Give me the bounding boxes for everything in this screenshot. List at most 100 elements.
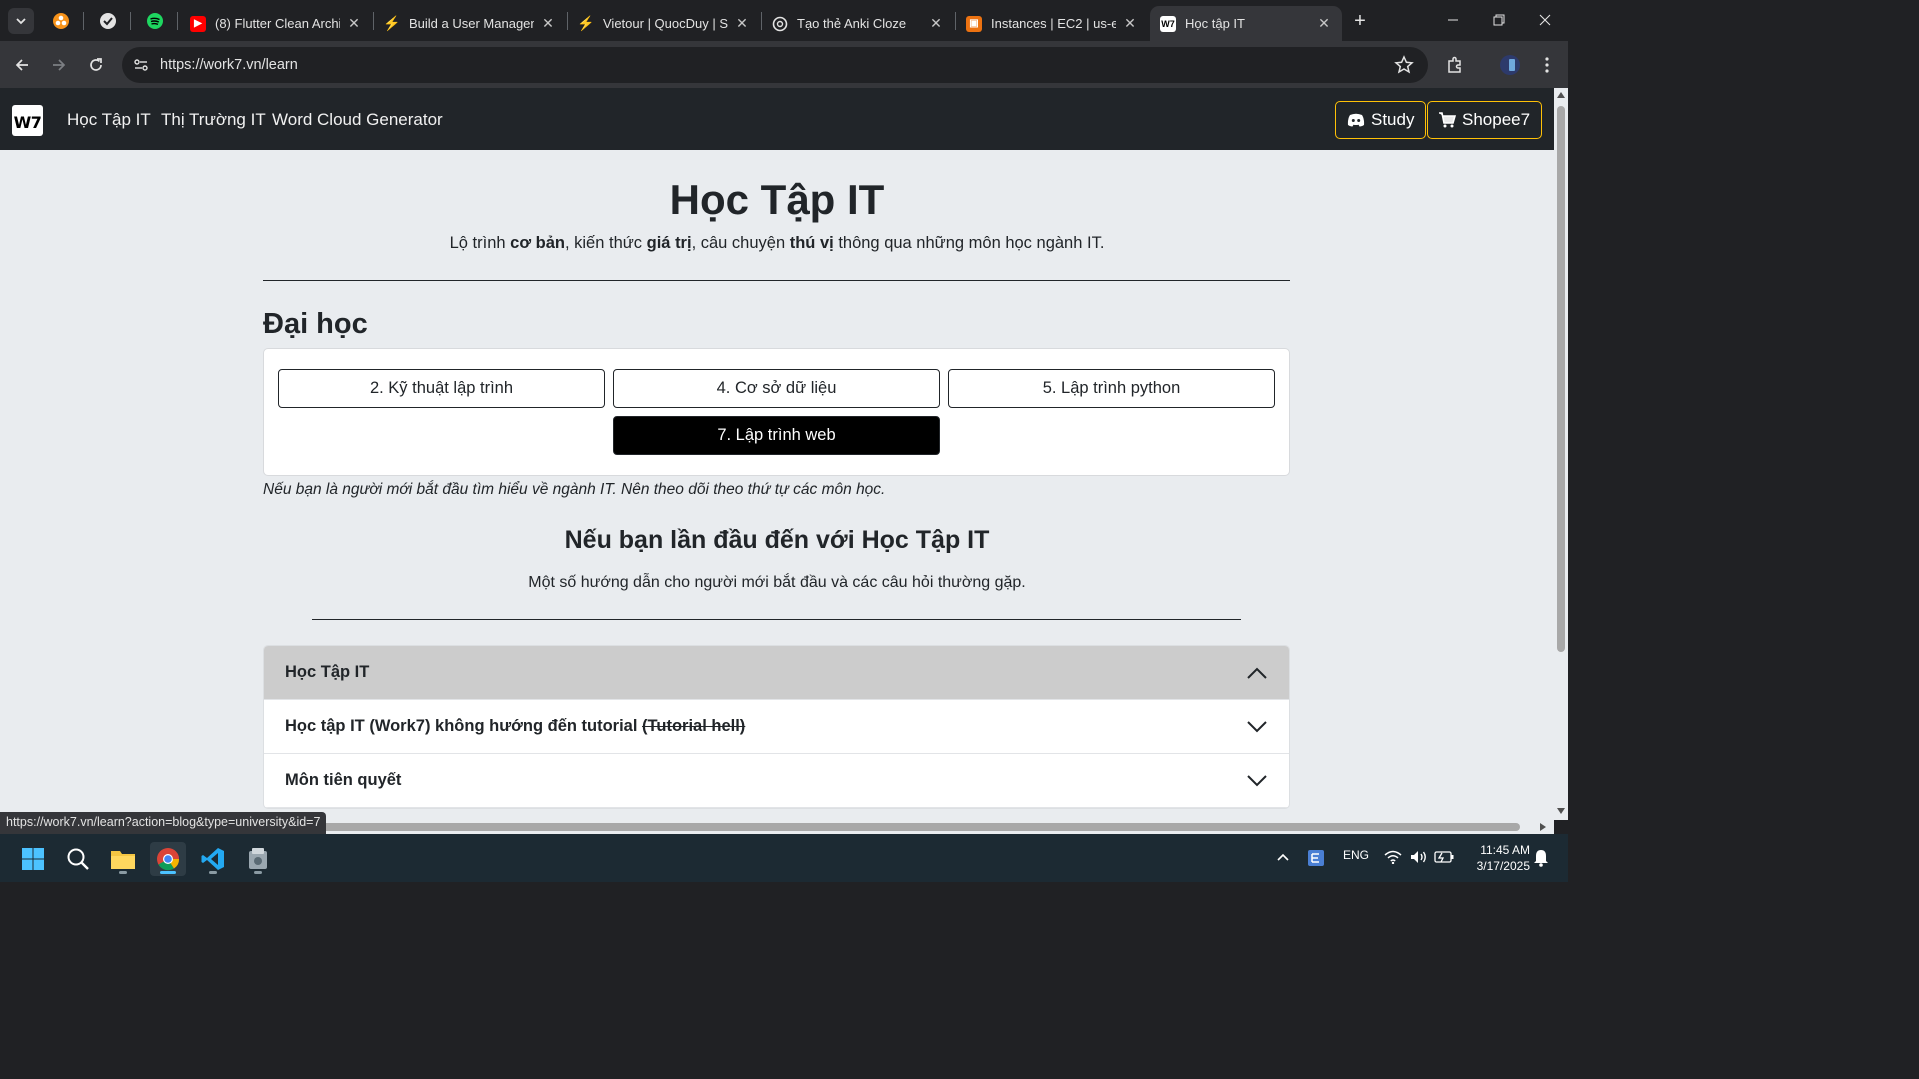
reload-button[interactable] bbox=[82, 51, 110, 79]
close-tab-icon[interactable]: ✕ bbox=[734, 15, 750, 32]
subtitle-text: , câu chuyện bbox=[691, 234, 790, 252]
restore-button[interactable] bbox=[1476, 0, 1522, 40]
accordion-label: Học Tập IT bbox=[285, 663, 370, 681]
aws-icon: ▣ bbox=[966, 15, 982, 32]
course-button-ky-thuat-lap-trinh[interactable]: 2. Kỹ thuật lập trình bbox=[278, 369, 605, 408]
pinned-tab-2[interactable] bbox=[94, 8, 122, 34]
close-tab-icon[interactable]: ✕ bbox=[1316, 15, 1332, 32]
close-tab-icon[interactable]: ✕ bbox=[1122, 15, 1138, 32]
back-button[interactable] bbox=[8, 51, 36, 79]
pinned-tab-spotify[interactable] bbox=[141, 8, 169, 34]
tab-youtube[interactable]: ▶ (8) Flutter Clean Archit ✕ bbox=[180, 6, 372, 41]
address-bar[interactable]: https://work7.vn/learn bbox=[122, 47, 1428, 83]
vscode-button[interactable] bbox=[195, 842, 231, 876]
search-button[interactable] bbox=[60, 842, 96, 876]
input-method-icon[interactable] bbox=[1307, 849, 1325, 867]
divider bbox=[263, 280, 1290, 281]
pinned-tab-1[interactable] bbox=[47, 8, 75, 34]
app-tool-icon bbox=[249, 848, 267, 869]
close-tab-icon[interactable]: ✕ bbox=[540, 15, 556, 32]
tab-title: (8) Flutter Clean Archit bbox=[215, 16, 340, 31]
scroll-right-icon[interactable] bbox=[1540, 823, 1546, 831]
clock-date: 3/17/2025 bbox=[1476, 859, 1530, 873]
close-window-button[interactable] bbox=[1522, 0, 1568, 40]
tab-search-button[interactable] bbox=[8, 8, 34, 34]
notification-bell-icon[interactable] bbox=[1533, 849, 1549, 867]
subtitle-text: Lộ trình bbox=[449, 234, 511, 252]
close-tab-icon[interactable]: ✕ bbox=[928, 15, 944, 32]
course-button-co-so-du-lieu[interactable]: 4. Cơ sở dữ liệu bbox=[613, 369, 940, 408]
section-heading-dai-hoc: Đại học bbox=[263, 308, 368, 340]
volume-icon[interactable] bbox=[1410, 850, 1428, 864]
arrow-left-icon bbox=[15, 59, 28, 71]
browser-menu-button[interactable] bbox=[1533, 51, 1561, 79]
wifi-icon[interactable] bbox=[1384, 850, 1402, 864]
profile-button[interactable] bbox=[1496, 51, 1524, 79]
tab-aws[interactable]: ▣ Instances | EC2 | us-ea ✕ bbox=[956, 6, 1148, 41]
vertical-scroll-thumb[interactable] bbox=[1557, 106, 1565, 652]
bookmark-star-icon[interactable] bbox=[1394, 55, 1414, 75]
subtitle-bold: cơ bản bbox=[510, 234, 565, 252]
search-icon bbox=[67, 848, 89, 870]
close-icon bbox=[1539, 14, 1551, 26]
accordion-label-strike: (Tutorial hell) bbox=[642, 717, 746, 735]
openai-icon bbox=[772, 16, 788, 32]
course-list: 2. Kỹ thuật lập trình 4. Cơ sở dữ liệu 5… bbox=[263, 348, 1290, 476]
shopee-button[interactable]: Shopee7 bbox=[1427, 101, 1543, 139]
tab-supabase[interactable]: ⚡ Build a User Managem ✕ bbox=[374, 6, 566, 41]
tab-separator bbox=[83, 12, 84, 30]
scroll-down-icon[interactable] bbox=[1557, 808, 1565, 814]
windows-taskbar: ENG 11:45 AM 3/17/2025 bbox=[0, 834, 1568, 882]
accordion-item-mon-tien-quyet[interactable]: Môn tiên quyết bbox=[264, 754, 1289, 808]
nav-link-hoc-tap-it[interactable]: Học Tập IT bbox=[67, 110, 151, 130]
folder-icon bbox=[111, 851, 135, 869]
language-indicator[interactable]: ENG bbox=[1343, 848, 1369, 862]
divider bbox=[312, 619, 1241, 620]
chrome-button[interactable] bbox=[150, 842, 186, 876]
close-tab-icon[interactable]: ✕ bbox=[346, 15, 362, 32]
site-navbar: W7 Học Tập IT Thị Trường IT Word Cloud G… bbox=[0, 88, 1554, 150]
chevron-up-icon[interactable] bbox=[1277, 852, 1289, 862]
vertical-scrollbar[interactable] bbox=[1554, 88, 1568, 820]
scroll-up-icon[interactable] bbox=[1557, 92, 1565, 98]
nav-link-word-cloud[interactable]: Word Cloud Generator bbox=[272, 110, 443, 130]
tab-anki[interactable]: Tạo thẻ Anki Cloze ✕ bbox=[762, 6, 954, 41]
tab-vietour[interactable]: ⚡ Vietour | QuocDuy | Su ✕ bbox=[568, 6, 760, 41]
tab-strip: ▶ (8) Flutter Clean Archit ✕ ⚡ Build a U… bbox=[0, 0, 1568, 41]
battery-icon[interactable] bbox=[1434, 851, 1454, 863]
nav-link-thi-truong-it[interactable]: Thị Trường IT bbox=[161, 110, 266, 130]
course-button-lap-trinh-web[interactable]: 7. Lập trình web bbox=[613, 416, 940, 455]
cart-icon bbox=[1439, 112, 1456, 128]
faq-accordion: Học Tập IT Học tập IT (Work7) không hướn… bbox=[263, 645, 1290, 809]
tool-app-button[interactable] bbox=[240, 842, 276, 876]
chevron-down-icon bbox=[1247, 774, 1267, 786]
minimize-button[interactable] bbox=[1430, 0, 1476, 40]
system-clock[interactable]: 11:45 AM 3/17/2025 bbox=[1460, 842, 1530, 874]
tab-title: Build a User Managem bbox=[409, 16, 534, 31]
study-button[interactable]: Study bbox=[1335, 101, 1427, 139]
puzzle-icon bbox=[1448, 56, 1461, 73]
start-button[interactable] bbox=[15, 842, 51, 876]
accordion-item-hoc-tap-it[interactable]: Học Tập IT bbox=[264, 646, 1289, 700]
new-tab-button[interactable]: + bbox=[1348, 9, 1372, 33]
chevron-up-icon bbox=[1247, 667, 1267, 679]
tab-hoc-tap-it[interactable]: W7 Học tập IT ✕ bbox=[1150, 6, 1342, 41]
forward-button[interactable] bbox=[45, 51, 73, 79]
subtitle-bold: thú vị bbox=[789, 234, 834, 252]
minimize-icon bbox=[1448, 19, 1458, 21]
active-indicator bbox=[160, 871, 176, 874]
file-explorer-button[interactable] bbox=[105, 842, 141, 876]
windows-icon bbox=[22, 848, 44, 870]
accordion-item-tutorial[interactable]: Học tập IT (Work7) không hướng đến tutor… bbox=[264, 700, 1289, 754]
vscode-icon bbox=[201, 848, 224, 870]
course-button-lap-trinh-python[interactable]: 5. Lập trình python bbox=[948, 369, 1275, 408]
site-logo[interactable]: W7 bbox=[12, 105, 43, 136]
tab-title: Instances | EC2 | us-ea bbox=[991, 16, 1116, 31]
site-info-icon[interactable] bbox=[132, 56, 150, 74]
avatar-icon bbox=[1500, 55, 1520, 75]
chrome-icon bbox=[157, 848, 180, 871]
extensions-button[interactable] bbox=[1441, 51, 1469, 79]
reload-icon bbox=[90, 58, 102, 71]
accordion-label-text: Học tập IT (Work7) không hướng đến tutor… bbox=[285, 717, 643, 735]
vietour-icon: ⚡ bbox=[577, 15, 595, 31]
